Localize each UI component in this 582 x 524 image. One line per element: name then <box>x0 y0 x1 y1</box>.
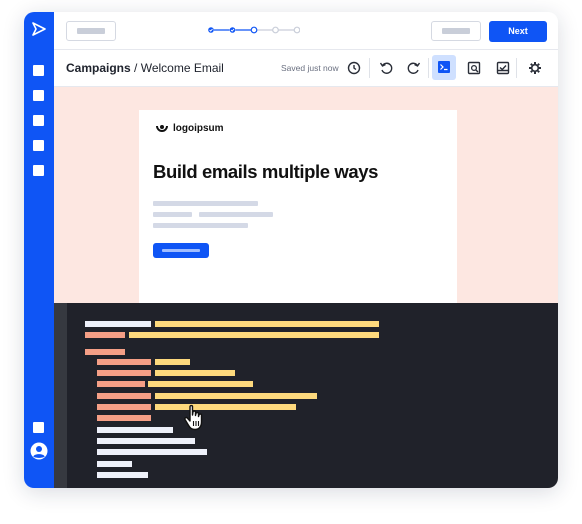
breadcrumb-parent[interactable]: Campaigns <box>66 61 131 75</box>
stepper-step-5[interactable] <box>293 26 300 34</box>
code-token <box>155 321 379 327</box>
stepper-step-1[interactable] <box>208 27 214 33</box>
history-icon[interactable] <box>344 58 364 78</box>
code-token <box>97 404 151 410</box>
code-token <box>155 370 235 376</box>
breadcrumb-separator: / <box>130 61 141 75</box>
sidebar-item-4[interactable] <box>33 140 44 151</box>
code-token <box>97 415 151 421</box>
email-preview-area: logoipsum Build emails multiple ways <box>54 87 558 303</box>
save-draft-button[interactable] <box>431 21 481 41</box>
code-token <box>85 332 125 338</box>
code-token <box>85 321 151 327</box>
breadcrumb: Campaigns / Welcome Email <box>66 61 224 75</box>
code-token <box>97 438 195 444</box>
sidebar-item-bottom[interactable] <box>33 422 44 433</box>
stepper-step-4[interactable] <box>272 26 279 34</box>
back-button[interactable] <box>66 21 116 41</box>
body-text-placeholder <box>153 223 248 228</box>
email-headline: Build emails multiple ways <box>153 161 379 182</box>
save-status: Saved just now <box>281 63 339 73</box>
preview-icon[interactable] <box>464 58 484 78</box>
toolbar-divider <box>369 58 370 78</box>
email-canvas[interactable]: logoipsum Build emails multiple ways <box>139 110 457 303</box>
sidebar-item-1[interactable] <box>33 65 44 76</box>
breadcrumb-current: Welcome Email <box>140 61 224 75</box>
code-token <box>155 404 296 410</box>
code-token <box>97 393 151 399</box>
sidebar-item-5[interactable] <box>33 165 44 176</box>
code-token <box>97 449 207 455</box>
toolbar-divider <box>516 58 517 78</box>
editor-toolbar: Campaigns / Welcome Email Saved just now <box>54 50 558 87</box>
logo-mark-icon <box>156 125 168 132</box>
code-token <box>97 461 132 467</box>
app-window: Next Campaigns / Welcome Email Saved jus… <box>24 12 558 488</box>
test-send-icon[interactable] <box>493 58 513 78</box>
user-avatar-icon[interactable] <box>30 442 48 460</box>
sidebar-item-2[interactable] <box>33 90 44 101</box>
code-view-icon[interactable] <box>432 55 456 80</box>
toolbar-divider <box>428 58 429 78</box>
line-gutter <box>54 303 67 488</box>
code-token <box>155 393 317 399</box>
next-button[interactable]: Next <box>489 21 547 42</box>
settings-icon[interactable] <box>525 58 545 78</box>
code-token <box>155 359 190 365</box>
body-text-placeholder <box>153 201 258 206</box>
stepper-step-3[interactable] <box>250 26 258 34</box>
stepper-step-2[interactable] <box>229 27 236 33</box>
code-token <box>85 349 125 355</box>
undo-icon[interactable] <box>376 58 396 78</box>
cta-label-placeholder <box>162 249 200 252</box>
code-token <box>97 427 173 433</box>
code-token <box>97 370 151 376</box>
code-token <box>97 359 151 365</box>
body-text-placeholder <box>199 212 273 217</box>
sidebar-item-3[interactable] <box>33 115 44 126</box>
redo-icon[interactable] <box>404 58 424 78</box>
send-icon[interactable] <box>32 22 46 36</box>
code-token <box>148 381 253 387</box>
code-token <box>97 381 145 387</box>
code-editor[interactable] <box>54 303 558 488</box>
sidebar <box>24 12 54 488</box>
code-token <box>129 332 379 338</box>
progress-stepper <box>208 26 300 34</box>
body-text-placeholder <box>153 212 192 217</box>
back-button-placeholder <box>77 28 105 34</box>
code-token <box>97 472 148 478</box>
hand-cursor-icon <box>184 404 203 431</box>
save-draft-placeholder <box>442 28 470 34</box>
top-bar: Next <box>54 12 558 50</box>
logo-text: logoipsum <box>173 123 224 134</box>
email-cta-button[interactable] <box>153 243 209 258</box>
